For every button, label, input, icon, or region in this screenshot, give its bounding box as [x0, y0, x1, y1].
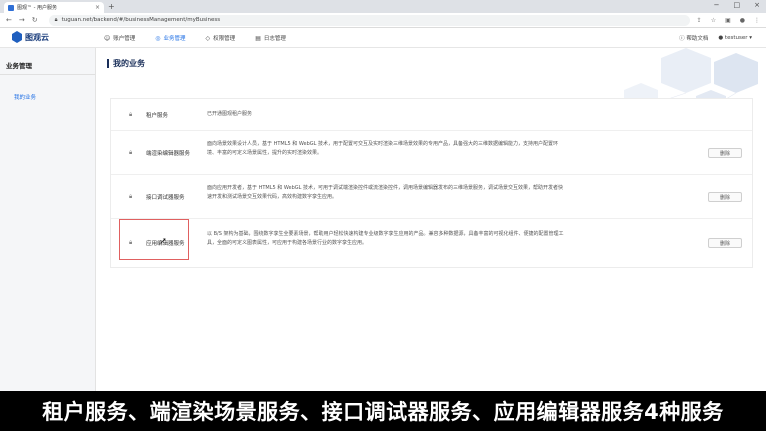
- briefcase-icon: ◎: [155, 34, 161, 42]
- menu-log[interactable]: ▤ 日志管理: [255, 28, 286, 48]
- browser-actions: ⇪ ☆ ▣ ● ⋮: [697, 17, 760, 24]
- logo-icon: [12, 31, 22, 43]
- url-text: tuguan.net/backend/#/businessManagement/…: [61, 17, 221, 23]
- forward-icon[interactable]: →: [19, 16, 25, 24]
- highlight-box: [119, 219, 189, 260]
- service-name: 租户服务: [146, 113, 169, 119]
- sidebar-title: 业务管理: [6, 62, 32, 70]
- lock-icon: 🔒︎: [129, 111, 133, 118]
- tab-title: 图观™ - 用户服务: [17, 5, 57, 11]
- help-label: 帮助文档: [686, 36, 709, 42]
- lock-icon: 🔒︎: [54, 16, 58, 23]
- share-icon[interactable]: ⇪: [697, 17, 702, 24]
- service-row: 🔒︎ 租户服务 已开通图观租户服务: [111, 99, 752, 131]
- new-tab-button[interactable]: +: [108, 2, 115, 11]
- service-row: 🔒︎ 应用编辑器服务 以 B/S 架构为基础，围绕数字孪生全要素场景，帮助用户轻…: [111, 219, 752, 267]
- service-description: 面向场景效果设计人员，基于 HTML5 和 WebGL 技术，用于配置可交互及实…: [207, 141, 559, 156]
- menu-label: 权限管理: [213, 36, 236, 42]
- favicon-icon: [8, 4, 14, 11]
- service-description: 已开通图观租户服务: [207, 111, 253, 117]
- browser-tabstrip: 图观™ - 用户服务 × + − □ ×: [0, 0, 766, 13]
- maximize-button[interactable]: □: [734, 1, 741, 9]
- divider: [0, 74, 95, 75]
- log-icon: ▤: [255, 34, 261, 42]
- top-menu: ☺ 账户管理 ◎ 业务管理 ◇ 权限管理 ▤ 日志管理: [104, 28, 286, 48]
- help-link[interactable]: ⓘ 帮助文档: [679, 34, 708, 42]
- app-header: 图观云 ☺ 账户管理 ◎ 业务管理 ◇ 权限管理 ▤ 日志管理 ⓘ 帮助文档 ●…: [0, 28, 766, 48]
- star-icon[interactable]: ☆: [711, 17, 716, 24]
- shield-icon: ◇: [205, 34, 211, 42]
- close-window-button[interactable]: ×: [754, 1, 760, 9]
- remove-button[interactable]: 删除: [708, 192, 742, 202]
- remove-button[interactable]: 删除: [708, 238, 742, 248]
- browser-menu-icon[interactable]: ⋮: [754, 17, 760, 24]
- url-field[interactable]: 🔒︎ tuguan.net/backend/#/businessManageme…: [48, 14, 690, 26]
- user-icon: ●: [718, 35, 724, 41]
- sidebar-item-my-business[interactable]: 我的业务: [14, 93, 36, 101]
- remove-button[interactable]: 删除: [708, 148, 742, 158]
- menu-permission[interactable]: ◇ 权限管理: [206, 28, 236, 48]
- reload-icon[interactable]: ↻: [32, 16, 38, 24]
- service-row: 🔒︎ 接口调试器服务 面向应用开发者，基于 HTML5 和 WebGL 技术，可…: [111, 175, 752, 219]
- back-icon[interactable]: ←: [6, 16, 12, 24]
- window-controls: − □ ×: [714, 1, 760, 9]
- address-bar: ← → ↻ 🔒︎ tuguan.net/backend/#/businessMa…: [0, 13, 766, 28]
- menu-business[interactable]: ◎ 业务管理: [155, 28, 185, 48]
- tab-close-icon[interactable]: ×: [95, 4, 100, 11]
- service-name: 接口调试器服务: [146, 195, 185, 201]
- services-card: 🔒︎ 租户服务 已开通图观租户服务 🔒︎ 端渲染编辑器服务 面向场景效果设计人员…: [110, 98, 753, 268]
- menu-account[interactable]: ☺ 账户管理: [104, 28, 135, 48]
- sidebar: 业务管理 我的业务: [0, 48, 96, 391]
- service-row: 🔒︎ 端渲染编辑器服务 面向场景效果设计人员，基于 HTML5 和 WebGL …: [111, 131, 752, 175]
- browser-tab[interactable]: 图观™ - 用户服务 ×: [4, 2, 104, 13]
- chevron-down-icon: ▾: [749, 35, 752, 41]
- logo[interactable]: 图观云: [12, 31, 49, 43]
- minimize-button[interactable]: −: [714, 1, 720, 9]
- caption-text: 租户服务、端渲染场景服务、接口调试器服务、应用编辑器服务4种服务: [42, 400, 724, 424]
- username: testuser: [724, 35, 748, 41]
- help-icon: ⓘ: [679, 36, 685, 42]
- lock-icon: 🔒︎: [129, 149, 133, 156]
- page-title-text: 我的业务: [113, 59, 145, 68]
- main-content: 我的业务 🔒︎ 租户服务 已开通图观租户服务 🔒︎ 端渲染编辑器服务 面向场景效…: [97, 48, 766, 391]
- mouse-cursor-icon: ➚: [160, 236, 167, 245]
- user-menu[interactable]: ● testuser ▾: [718, 35, 752, 41]
- extensions-icon[interactable]: ▣: [725, 17, 731, 24]
- menu-label: 日志管理: [263, 36, 286, 42]
- person-icon: ☺: [104, 34, 111, 42]
- service-description: 以 B/S 架构为基础，围绕数字孪生全要素场景，帮助用户轻松快速构建专业级数字孪…: [207, 231, 564, 246]
- service-description: 面向应用开发者，基于 HTML5 和 WebGL 技术，可用于调试端渲染控件或流…: [207, 185, 564, 200]
- user-bar: ⓘ 帮助文档 ● testuser ▾: [679, 28, 752, 48]
- service-name: 端渲染编辑器服务: [146, 151, 191, 157]
- profile-icon[interactable]: ●: [740, 17, 745, 24]
- page-title: 我的业务: [107, 58, 145, 69]
- menu-label: 业务管理: [163, 36, 186, 42]
- menu-label: 账户管理: [113, 36, 136, 42]
- subtitle-caption: 租户服务、端渲染场景服务、接口调试器服务、应用编辑器服务4种服务: [0, 391, 766, 431]
- title-bar: [107, 59, 109, 68]
- logo-text: 图观云: [25, 32, 49, 42]
- lock-icon: 🔒︎: [129, 193, 133, 200]
